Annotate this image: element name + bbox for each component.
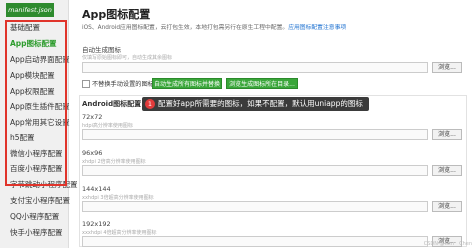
icon-192-input[interactable] xyxy=(82,236,428,247)
auto-icon-input[interactable] xyxy=(82,62,428,73)
sidebar-item-alipay[interactable]: 支付宝小程序配置 xyxy=(10,195,70,207)
android-section-title: Android图标配置 xyxy=(82,100,142,108)
sidebar-item-app-icon[interactable]: App图标配置 xyxy=(10,38,57,50)
icon-72-hint: hdpi高分辨率使用图标 xyxy=(82,123,133,129)
icon-144-label: 144x144 xyxy=(82,185,111,193)
icon-72-label: 72x72 xyxy=(82,113,103,121)
auto-icon-hint: 仅填写原始图标即可，自动生成其余图标 xyxy=(82,55,173,61)
sidebar-item-basic[interactable]: 基础配置 xyxy=(10,22,40,34)
watermark: CSDN @Kim__Chen xyxy=(423,241,472,247)
icon-72-input[interactable] xyxy=(82,129,428,140)
auto-icon-label: 自动生成图标 xyxy=(82,46,121,54)
sidebar-item-app-native-plugins[interactable]: App原生插件配置 xyxy=(10,101,70,113)
icon-96-input[interactable] xyxy=(82,165,428,176)
icon-72-browse-button[interactable]: 浏览... xyxy=(432,129,462,140)
browse-generated-dir-button[interactable]: 浏览生成图标所在目录... xyxy=(226,78,298,89)
sidebar: manifest.json 基础配置 App图标配置 App启动界面配置 App… xyxy=(0,0,78,248)
no-replace-checkbox[interactable] xyxy=(82,80,90,88)
page-description: iOS、Android应用图标配置，云打包生效，本地打包需另行在原生工程中配置。… xyxy=(82,22,346,31)
notes-link[interactable]: 应用图标配置注意事项 xyxy=(288,25,346,31)
icon-144-browse-button[interactable]: 浏览... xyxy=(432,201,462,212)
annotation-text: 配置好app所需要的图标，如果不配置，默认用uniapp的图标 xyxy=(158,99,363,108)
sidebar-item-app-modules[interactable]: App模块配置 xyxy=(10,70,55,82)
annotation-tooltip: 1 配置好app所需要的图标，如果不配置，默认用uniapp的图标 xyxy=(142,97,369,111)
sidebar-item-app-other-settings[interactable]: App常用其它设置 xyxy=(10,117,70,129)
sidebar-item-toutiao[interactable]: 字节跳动小程序配置 xyxy=(10,179,78,191)
sidebar-item-weixin[interactable]: 微信小程序配置 xyxy=(10,148,63,160)
auto-icon-browse-button[interactable]: 浏览... xyxy=(432,62,462,73)
sidebar-item-app-splash[interactable]: App启动界面配置 xyxy=(10,54,70,66)
sidebar-item-baidu[interactable]: 百度小程序配置 xyxy=(10,163,63,175)
sidebar-item-kuaishou[interactable]: 快手小程序配置 xyxy=(10,227,63,239)
no-replace-checkbox-row[interactable]: 不替换手动设置的图标 xyxy=(82,79,154,88)
icon-96-hint: xhdpi 2倍高分辨率使用图标 xyxy=(82,159,146,165)
page-title: App图标配置 xyxy=(82,8,151,21)
generate-icons-button[interactable]: 自动生成所有图标并替换 xyxy=(152,78,222,89)
icon-96-label: 96x96 xyxy=(82,149,103,157)
sidebar-item-qq[interactable]: QQ小程序配置 xyxy=(10,211,59,223)
sidebar-item-h5[interactable]: h5配置 xyxy=(10,132,35,144)
main-panel: App图标配置 iOS、Android应用图标配置，云打包生效，本地打包需另行在… xyxy=(74,0,474,248)
sidebar-item-app-permissions[interactable]: App权限配置 xyxy=(10,86,55,98)
file-tab[interactable]: manifest.json xyxy=(6,3,54,17)
icon-144-hint: xxhdpi 3倍超高分辨率使用图标 xyxy=(82,195,154,201)
icon-96-browse-button[interactable]: 浏览... xyxy=(432,165,462,176)
icon-144-input[interactable] xyxy=(82,201,428,212)
icon-192-hint: xxxhdpi 4倍超高分辨率使用图标 xyxy=(82,230,157,236)
icon-192-label: 192x192 xyxy=(82,220,111,228)
annotation-number-badge: 1 xyxy=(145,99,155,109)
no-replace-checkbox-label: 不替换手动设置的图标 xyxy=(92,81,154,88)
page-description-text: iOS、Android应用图标配置，云打包生效，本地打包需另行在原生工程中配置。 xyxy=(82,25,289,31)
